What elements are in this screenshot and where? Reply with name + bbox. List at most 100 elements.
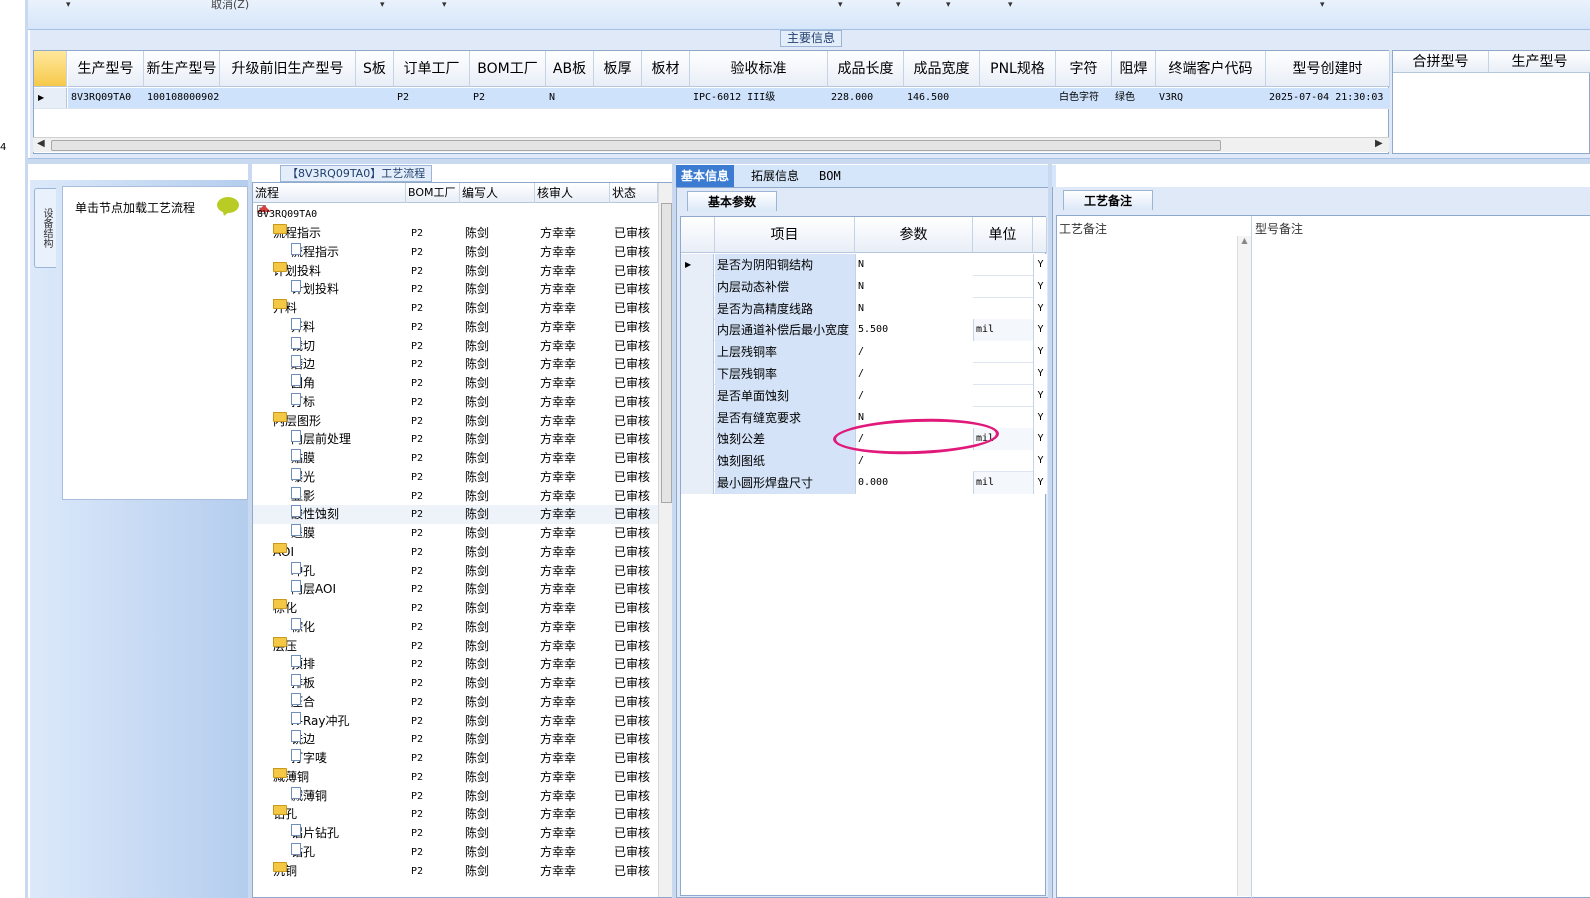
dropdown-arrow-icon[interactable]: ▾	[896, 0, 901, 10]
tree-root-row[interactable]: −8V3RQ09TA0	[253, 205, 673, 224]
table-cell[interactable]: IPC-6012 III级	[690, 88, 828, 108]
param-row[interactable]: 蚀刻公差 / mil Y	[681, 428, 1047, 451]
tree-row[interactable]: 显影 P2 陈剑 方幸幸 已审核	[253, 486, 673, 506]
tree-row[interactable]: 计划投料 P2 陈剑 方幸幸 已审核	[253, 280, 673, 299]
dropdown-arrow-icon[interactable]: ▾	[1008, 0, 1013, 10]
tree-row[interactable]: 冲孔 P2 陈剑 方幸幸 已审核	[253, 561, 673, 581]
col-header[interactable]: 生产型号	[68, 51, 144, 87]
vertical-tab-equipment[interactable]: 设备结构	[34, 188, 56, 268]
param-row[interactable]: 是否有缝宽要求 N Y	[681, 406, 1047, 429]
grid-corner[interactable]	[34, 51, 67, 87]
dropdown-arrow-icon[interactable]: ▾	[838, 0, 843, 10]
scroll-left-icon[interactable]: ◀	[37, 138, 45, 149]
col-header[interactable]: 板厚	[594, 51, 642, 87]
param-value[interactable]: N	[855, 275, 973, 298]
main-grid-hscrollbar[interactable]: ◀ ▶	[33, 137, 1389, 152]
tree-row[interactable]: −钻孔P2陈剑方幸幸已审核	[253, 805, 673, 824]
table-cell[interactable]: 8V3RQ09TA0	[68, 88, 144, 108]
tree-row[interactable]: −计划投料P2陈剑方幸幸已审核	[253, 261, 673, 281]
tree-row[interactable]: 裁切 P2 陈剑 方幸幸 已审核	[253, 336, 673, 356]
col-header[interactable]: 字符	[1056, 51, 1112, 87]
tree-row[interactable]: −AOIP2陈剑方幸幸已审核	[253, 542, 673, 562]
tree-row[interactable]: 压合 P2 陈剑 方幸幸 已审核	[253, 692, 673, 712]
col-header[interactable]: 板材	[642, 51, 690, 87]
dropdown-arrow-icon[interactable]: ▾	[946, 0, 951, 10]
tree-row[interactable]: 铣边 P2 陈剑 方幸幸 已审核	[253, 730, 673, 749]
horizontal-splitter[interactable]	[28, 158, 1590, 164]
model-remark-column[interactable]: 型号备注	[1253, 216, 1590, 898]
col-header[interactable]: 验收标准	[690, 51, 828, 87]
table-cell[interactable]	[356, 88, 394, 108]
col-header[interactable]: 终端客户代码	[1156, 51, 1266, 87]
param-value[interactable]: /	[855, 341, 973, 364]
col-header[interactable]: 型号创建时	[1266, 51, 1390, 87]
col-header[interactable]: AB板	[546, 51, 594, 87]
tree-row[interactable]: 预排 P2 陈剑 方幸幸 已审核	[253, 655, 673, 674]
col-header-unit[interactable]: 单位	[973, 217, 1033, 253]
table-cell[interactable]: N	[546, 88, 594, 108]
tree-row[interactable]: 流程指示 P2 陈剑 方幸幸 已审核	[253, 242, 673, 262]
table-cell[interactable]	[642, 88, 690, 108]
col-header-bom-factory[interactable]: BOM工厂	[406, 183, 460, 203]
dropdown-arrow-icon[interactable]: ▾	[442, 0, 447, 10]
param-row[interactable]: ▶ 是否为阴阳铜结构 N Y	[681, 254, 1047, 276]
param-unit[interactable]: mil	[973, 319, 1033, 342]
grid-corner[interactable]	[681, 217, 715, 253]
table-cell[interactable]: P2	[470, 88, 546, 108]
param-value[interactable]: N	[855, 297, 973, 320]
tree-row[interactable]: −流程指示P2陈剑方幸幸已审核	[253, 224, 673, 243]
tree-row[interactable]: −内层图形P2陈剑方幸幸已审核	[253, 411, 673, 431]
col-header-status[interactable]: 状态	[610, 183, 658, 203]
col-header[interactable]: 升级前旧生产型号	[220, 51, 356, 87]
param-row[interactable]: 最小圆形焊盘尺寸 0.000 mil Y	[681, 472, 1047, 494]
col-header-production-model[interactable]: 生产型号	[1489, 51, 1590, 73]
tree-row[interactable]: 内层前处理 P2 陈剑 方幸幸 已审核	[253, 430, 673, 449]
cancel-button[interactable]: 取消(Z)	[211, 0, 249, 12]
table-cell[interactable]: 绿色	[1112, 88, 1156, 108]
tab-basic-info[interactable]: 基本信息	[676, 165, 735, 187]
col-header[interactable]: S板	[356, 51, 394, 87]
col-header-writer[interactable]: 编写人	[460, 183, 535, 203]
param-row[interactable]: 内层动态补偿 N Y	[681, 275, 1047, 298]
tree-row[interactable]: 棕化 P2 陈剑 方幸幸 已审核	[253, 617, 673, 637]
scroll-right-icon[interactable]: ▶	[1375, 138, 1383, 149]
tree-row[interactable]: −沉铜P2陈剑方幸幸已审核	[253, 861, 673, 881]
table-cell[interactable]: 白色字符	[1056, 88, 1112, 108]
tree-row[interactable]: 磨边 P2 陈剑 方幸幸 已审核	[253, 355, 673, 374]
table-cell[interactable]: 228.000	[828, 88, 904, 108]
tab-process-remarks[interactable]: 工艺备注	[1063, 190, 1153, 210]
col-header-param[interactable]: 参数	[855, 217, 973, 253]
table-cell[interactable]: 10010800090235	[144, 88, 220, 108]
table-cell[interactable]: 2025-07-04 21:30:03	[1266, 88, 1390, 108]
table-cell[interactable]: P2	[394, 88, 470, 108]
tree-row[interactable]: 铝片钻孔 P2 陈剑 方幸幸 已审核	[253, 824, 673, 843]
table-cell[interactable]	[594, 88, 642, 108]
dropdown-arrow-icon[interactable]: ▾	[66, 0, 71, 10]
hscroll-thumb[interactable]	[51, 140, 1221, 151]
param-value[interactable]: N	[855, 406, 973, 429]
tree-row[interactable]: 开料 P2 陈剑 方幸幸 已审核	[253, 317, 673, 337]
tree-row[interactable]: 贴膜 P2 陈剑 方幸幸 已审核	[253, 449, 673, 468]
table-cell[interactable]: V3RQ	[1156, 88, 1266, 108]
tree-row[interactable]: −减薄铜P2陈剑方幸幸已审核	[253, 767, 673, 787]
tree-row[interactable]: 曝光 P2 陈剑 方幸幸 已审核	[253, 467, 673, 487]
tree-row[interactable]: 内层AOI P2 陈剑 方幸幸 已审核	[253, 580, 673, 599]
col-header[interactable]: PNL规格	[980, 51, 1056, 87]
tree-row[interactable]: 钻孔 P2 陈剑 方幸幸 已审核	[253, 842, 673, 862]
dropdown-arrow-icon[interactable]: ▾	[380, 0, 385, 10]
remark-scrollbar[interactable]: ▲	[1237, 236, 1251, 896]
col-header-merge-model[interactable]: 合拼型号	[1393, 51, 1489, 73]
param-value[interactable]: /	[855, 384, 973, 407]
col-header[interactable]: BOM工厂	[470, 51, 546, 87]
tree-row[interactable]: −层压P2陈剑方幸幸已审核	[253, 636, 673, 656]
col-header[interactable]: 订单工厂	[394, 51, 470, 87]
param-unit[interactable]: mil	[973, 472, 1033, 494]
col-header-item[interactable]: 项目	[715, 217, 855, 253]
param-row[interactable]: 是否单面蚀刻 / Y	[681, 384, 1047, 407]
col-header[interactable]: 成品长度	[828, 51, 904, 87]
tree-row[interactable]: 圆角 P2 陈剑 方幸幸 已审核	[253, 374, 673, 393]
col-header[interactable]: 成品宽度	[904, 51, 980, 87]
table-cell[interactable]: 146.500	[904, 88, 980, 108]
tree-row[interactable]: 打标 P2 陈剑 方幸幸 已审核	[253, 392, 673, 412]
col-header[interactable]: 阻焊	[1112, 51, 1156, 87]
